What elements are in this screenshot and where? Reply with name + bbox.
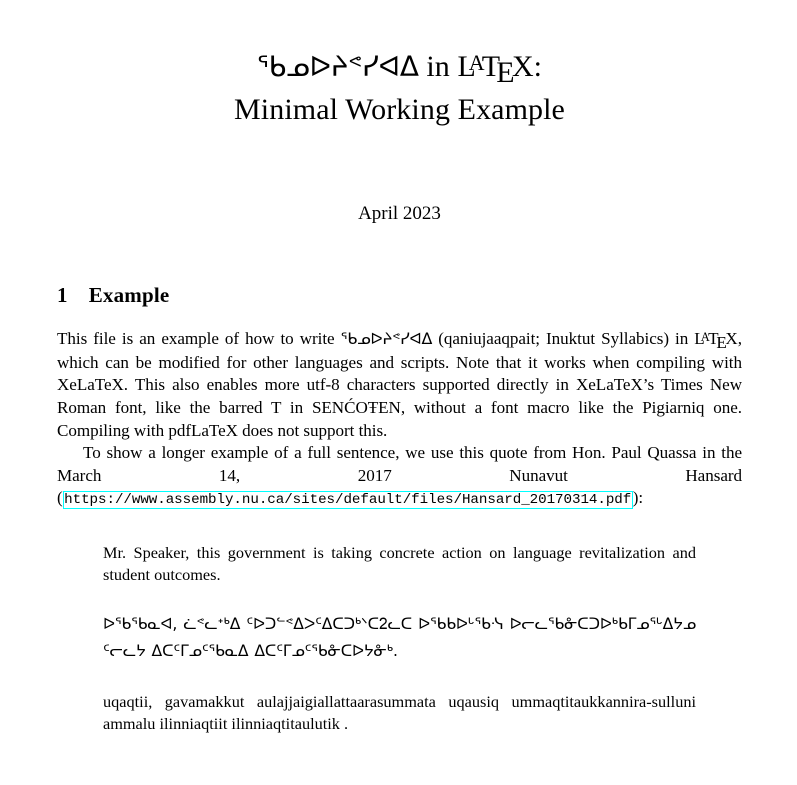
para2-text-b: ): xyxy=(632,488,644,508)
latex-logo-inline: LATEX xyxy=(694,329,738,352)
para1-text-a: This file is an example of how to write xyxy=(57,329,341,349)
quote-syllabics: ᐅᖃᖃᓇᐊ, ᓛᕝᓚᕀᒃᐃ ᑦᐅᑐᓪᕝᐃᐳᑦᐃᑕᑐᒃᐠᑕᒿᓚᑕ ᐅᖃᑲᐅᒡᖃᓶ … xyxy=(103,615,696,661)
title-colon: : xyxy=(533,50,543,83)
quote-romanized: uqaqtii, gavamakkut aulajjaigiallattaara… xyxy=(103,692,696,733)
para1-syllabics: ᖃᓄᐅᔨᕝᓯᐊᐃ xyxy=(340,329,433,349)
quote-english: Mr. Speaker, this government is taking c… xyxy=(103,542,696,584)
page-content: ᖃᓄᐅᔨᕝᓯᐊᐃ in LATEX: Minimal Working Examp… xyxy=(57,0,742,734)
title-in-word: in xyxy=(426,50,450,83)
para1-text-b: (qaniujaaqpait; Inuktut Syllabics) in xyxy=(432,329,695,349)
title-line-2: Minimal Working Example xyxy=(234,92,565,126)
title-line-1: ᖃᓄᐅᔨᕝᓯᐊᐃ in LATEX: xyxy=(57,46,742,89)
body-paragraph-2: To show a longer example of a full sente… xyxy=(57,442,742,510)
body-paragraph-1: This file is an example of how to write … xyxy=(57,328,742,442)
document-page: ᖃᓄᐅᔨᕝᓯᐊᐃ in LATEX: Minimal Working Examp… xyxy=(0,0,797,785)
section-number: 1 xyxy=(57,283,68,308)
hansard-url-link[interactable]: https://www.assembly.nu.ca/sites/default… xyxy=(62,491,633,510)
latex-logo: LATEX xyxy=(457,50,534,90)
document-title: ᖃᓄᐅᔨᕝᓯᐊᐃ in LATEX: Minimal Working Examp… xyxy=(57,46,742,131)
document-date: April 2023 xyxy=(358,203,441,225)
section-heading: 1 Example xyxy=(57,283,742,308)
title-syllabics: ᖃᓄᐅᔨᕝᓯᐊᐃ xyxy=(256,50,419,83)
section-title: Example xyxy=(88,283,170,308)
